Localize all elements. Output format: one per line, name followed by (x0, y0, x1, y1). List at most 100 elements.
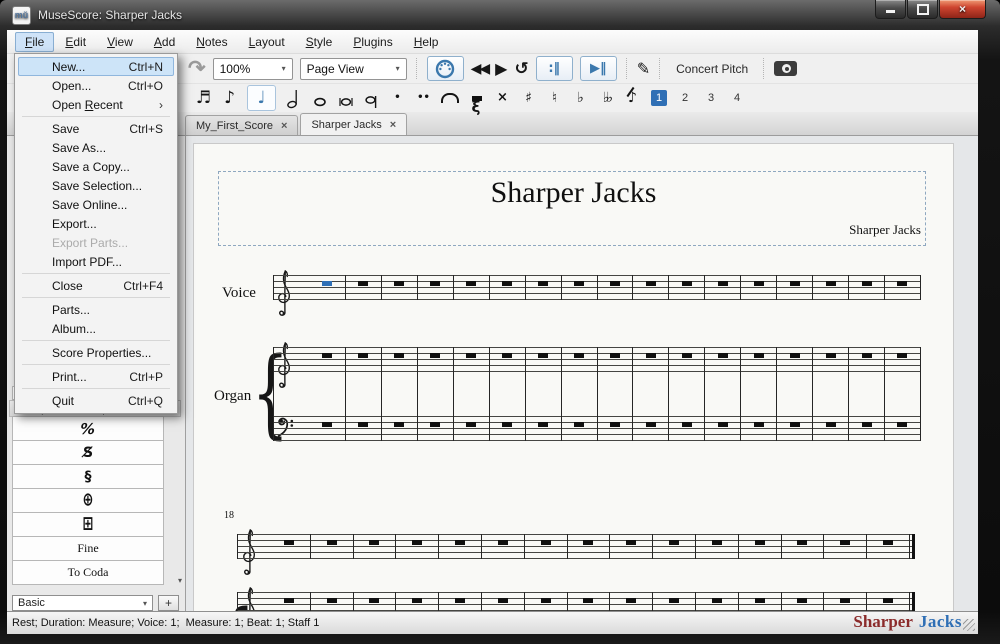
file-menu-item-open-recent[interactable]: Open Recent› (18, 95, 174, 114)
measure-10[interactable] (653, 592, 696, 611)
file-menu-item-save-online[interactable]: Save Online... (18, 195, 174, 214)
palette-item-segno-variation[interactable]: § (12, 464, 164, 489)
palette-item-to-coda[interactable]: To Coda (12, 560, 164, 585)
augmentation-dot-button[interactable]: • (389, 86, 406, 110)
measure-11[interactable] (669, 347, 705, 441)
measure-8[interactable] (568, 534, 611, 559)
whole-measure-rest[interactable] (646, 353, 656, 358)
whole-measure-rest[interactable] (682, 422, 692, 427)
measure-4[interactable] (396, 592, 439, 611)
whole-measure-rest[interactable] (412, 598, 422, 603)
measure-5[interactable] (439, 592, 482, 611)
measure-7[interactable] (526, 275, 562, 300)
measure-2[interactable] (311, 534, 354, 559)
palette-item-fine[interactable]: Fine (12, 536, 164, 561)
redo-icon[interactable]: ↷ (188, 59, 206, 79)
whole-measure-rest[interactable] (755, 598, 765, 603)
whole-measure-rest[interactable] (327, 540, 337, 545)
measure-5[interactable] (454, 347, 490, 441)
whole-measure-rest[interactable] (646, 422, 656, 427)
close-tab-icon[interactable]: × (390, 119, 396, 131)
menu-help[interactable]: Help (404, 32, 449, 52)
file-menu-item-export[interactable]: Export... (18, 214, 174, 233)
measure-9[interactable] (598, 347, 634, 441)
palette-scroll-down-icon[interactable]: ▾ (178, 576, 182, 585)
whole-measure-rest[interactable] (754, 353, 764, 358)
whole-measure-rest[interactable] (897, 353, 907, 358)
whole-measure-rest[interactable] (322, 353, 332, 358)
measure-3[interactable] (382, 275, 418, 300)
whole-measure-rest[interactable] (358, 353, 368, 358)
whole-measure-rest[interactable] (682, 281, 692, 286)
whole-measure-rest[interactable] (322, 422, 332, 427)
whole-measure-rest[interactable] (574, 281, 584, 286)
measure-13[interactable] (782, 534, 825, 559)
whole-measure-rest[interactable] (498, 598, 508, 603)
eighth-note-button[interactable]: ♪ (221, 86, 238, 110)
whole-measure-rest[interactable] (862, 422, 872, 427)
measure-11[interactable] (669, 275, 705, 300)
measure-6[interactable] (490, 275, 526, 300)
whole-measure-rest[interactable] (284, 540, 294, 545)
whole-measure-rest[interactable] (466, 281, 476, 286)
whole-measure-rest[interactable] (790, 353, 800, 358)
file-menu-item-parts[interactable]: Parts... (18, 300, 174, 319)
whole-measure-rest[interactable] (498, 540, 508, 545)
measure-7[interactable] (526, 347, 562, 441)
whole-measure-rest[interactable] (358, 281, 368, 286)
whole-measure-rest[interactable] (669, 540, 679, 545)
whole-note-button[interactable] (311, 86, 328, 110)
quarter-rest-button[interactable]: ξ (468, 86, 485, 110)
whole-measure-rest[interactable] (797, 540, 807, 545)
measure-8[interactable] (562, 275, 598, 300)
whole-measure-rest[interactable] (541, 598, 551, 603)
whole-measure-rest[interactable] (718, 281, 728, 286)
whole-measure-rest[interactable] (455, 540, 465, 545)
whole-measure-rest[interactable] (646, 281, 656, 286)
whole-measure-rest[interactable] (574, 422, 584, 427)
voice-4-button[interactable]: 4 (729, 90, 745, 106)
whole-measure-rest[interactable] (583, 540, 593, 545)
score-composer[interactable]: Sharper Jacks (849, 222, 921, 238)
whole-measure-rest[interactable] (574, 353, 584, 358)
measure-1[interactable] (310, 275, 346, 300)
whole-measure-rest[interactable] (502, 281, 512, 286)
screenshot-mode-button[interactable] (774, 61, 797, 76)
measure-6[interactable] (490, 347, 526, 441)
whole-measure-rest[interactable] (412, 540, 422, 545)
measure-10[interactable] (633, 275, 669, 300)
whole-measure-rest[interactable] (369, 540, 379, 545)
measure-4[interactable] (396, 534, 439, 559)
sixteenth-note-button[interactable]: ♬ (195, 86, 212, 110)
longa-button[interactable] (363, 86, 380, 110)
whole-measure-rest[interactable] (430, 422, 440, 427)
file-menu-item-print[interactable]: Print...Ctrl+P (18, 367, 174, 386)
whole-measure-rest[interactable] (394, 422, 404, 427)
palette-set-select[interactable]: Basic▾ (12, 595, 153, 611)
quarter-note-button[interactable]: ♩ (247, 85, 276, 111)
measure-2[interactable] (311, 592, 354, 611)
measure-4[interactable] (418, 275, 454, 300)
measure-1[interactable] (310, 347, 346, 441)
tie-button[interactable] (441, 86, 459, 110)
organ-staff-label[interactable]: Organ (214, 388, 251, 405)
whole-measure-rest[interactable] (610, 422, 620, 427)
measure-7[interactable] (525, 534, 568, 559)
measure-14[interactable] (777, 275, 813, 300)
whole-measure-rest[interactable] (712, 598, 722, 603)
whole-measure-rest[interactable] (754, 281, 764, 286)
rewind-button[interactable]: ◀◀ (471, 61, 489, 77)
measure-3[interactable] (382, 347, 418, 441)
file-menu-item-save-a-copy[interactable]: Save a Copy... (18, 157, 174, 176)
half-note-button[interactable] (285, 86, 302, 110)
whole-measure-rest[interactable] (897, 281, 907, 286)
concert-pitch-button[interactable]: Concert Pitch (670, 59, 754, 79)
whole-measure-rest[interactable] (358, 422, 368, 427)
loop-playback-button[interactable]: ↺ (514, 59, 528, 79)
tab-sharper-jacks[interactable]: Sharper Jacks× (300, 113, 407, 135)
grace-note-button[interactable]: ♪ (624, 86, 641, 110)
tab-my-first-score[interactable]: My_First_Score× (185, 115, 298, 135)
measure-5[interactable] (454, 275, 490, 300)
double-augmentation-dot-button[interactable]: •• (415, 86, 432, 110)
voice-3-button[interactable]: 3 (703, 90, 719, 106)
